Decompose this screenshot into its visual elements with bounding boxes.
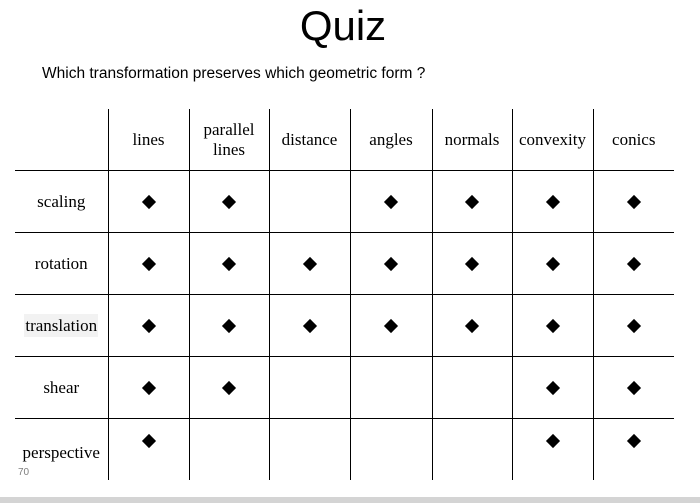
column-header-angles: angles [349, 109, 432, 171]
table-cell [349, 356, 432, 419]
column-header-convexity: convexity [511, 109, 593, 171]
page-number: 70 [18, 467, 30, 478]
table-cell [592, 232, 674, 295]
table-cell [511, 232, 593, 295]
row-label-text: perspective [22, 443, 100, 462]
black-diamond-icon [141, 318, 156, 333]
black-diamond-icon [626, 318, 641, 333]
black-diamond-icon [464, 194, 480, 209]
table-cell [592, 170, 674, 233]
table-cell [188, 356, 269, 419]
table-cell [107, 294, 189, 357]
row-label-translation: translation [15, 294, 108, 357]
black-diamond-icon [383, 194, 399, 209]
table-cell [188, 418, 269, 480]
black-diamond-icon [221, 256, 237, 271]
black-diamond-icon [383, 256, 399, 271]
table-cell [107, 356, 189, 419]
table-cell [592, 418, 674, 480]
table-cell [592, 294, 674, 357]
table-cell [349, 418, 432, 480]
column-header-parallel-lines: parallel lines [188, 109, 269, 171]
quiz-table: lines parallel lines distance angles nor… [15, 109, 674, 480]
column-header-conics: conics [592, 109, 674, 171]
black-diamond-icon [383, 318, 399, 333]
black-diamond-icon [545, 380, 560, 395]
quiz-question: Which transformation preserves which geo… [42, 65, 426, 82]
black-diamond-icon [141, 380, 156, 395]
table-cell [431, 356, 512, 419]
table-cell [268, 232, 350, 295]
table-cell [431, 294, 512, 357]
table-cell [511, 356, 593, 419]
row-label-scaling: scaling [15, 170, 108, 233]
table-cell [511, 170, 593, 233]
table-cell [107, 170, 189, 233]
table-cell [592, 356, 674, 419]
black-diamond-icon [626, 380, 641, 395]
black-diamond-icon [626, 256, 641, 271]
table-cell [349, 294, 432, 357]
table-cell [188, 232, 269, 295]
table-cell [511, 294, 593, 357]
black-diamond-icon [545, 256, 560, 271]
table-row: scaling [15, 170, 674, 233]
table-cell [268, 170, 350, 233]
table-row: rotation [15, 232, 674, 295]
table-cell [431, 232, 512, 295]
black-diamond-icon [302, 256, 317, 271]
table-cell [431, 170, 512, 233]
black-diamond-icon [545, 318, 560, 333]
table-row: translation [15, 294, 674, 357]
bottom-bar [0, 497, 700, 503]
table-cell [268, 418, 350, 480]
row-label-text: scaling [37, 191, 86, 211]
slide-title: Quiz [299, 2, 387, 49]
black-diamond-icon [545, 433, 560, 449]
table-corner-cell [15, 109, 108, 171]
column-header-lines: lines [107, 109, 189, 171]
black-diamond-icon [221, 194, 237, 209]
table-header-row: lines parallel lines distance angles nor… [15, 109, 674, 171]
table-cell [268, 294, 350, 357]
black-diamond-icon [141, 194, 156, 209]
black-diamond-icon [141, 433, 156, 449]
black-diamond-icon [464, 256, 480, 271]
table-cell [349, 170, 432, 233]
table-row: shear [15, 356, 674, 419]
black-diamond-icon [545, 194, 560, 209]
row-label-text: translation [24, 313, 99, 337]
row-label-shear: shear [15, 356, 108, 419]
black-diamond-icon [302, 318, 317, 333]
table-cell [188, 294, 269, 357]
black-diamond-icon [626, 194, 641, 209]
black-diamond-icon [141, 256, 156, 271]
table-row: perspective [15, 418, 674, 480]
column-header-normals: normals [431, 109, 512, 171]
row-label-text: shear [43, 377, 80, 397]
table-cell [188, 170, 269, 233]
table-cell [349, 232, 432, 295]
table-cell [511, 418, 593, 480]
table-cell [268, 356, 350, 419]
column-header-distance: distance [268, 109, 350, 171]
row-label-rotation: rotation [15, 232, 108, 295]
black-diamond-icon [221, 380, 237, 395]
slide: Quiz Which transformation preserves whic… [0, 0, 700, 497]
black-diamond-icon [464, 318, 480, 333]
table-cell [431, 418, 512, 480]
table-cell [107, 232, 189, 295]
table-cell [107, 418, 189, 480]
black-diamond-icon [221, 318, 237, 333]
row-label-text: rotation [34, 253, 88, 273]
black-diamond-icon [626, 433, 641, 449]
